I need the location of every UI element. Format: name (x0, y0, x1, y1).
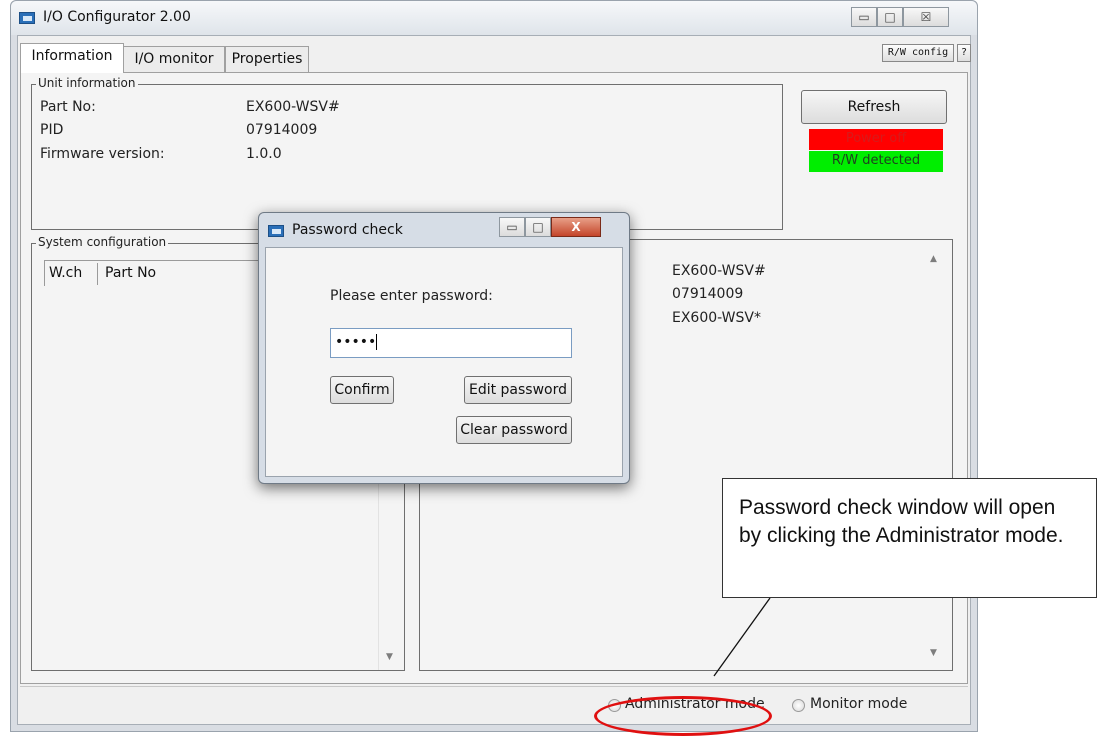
dialog-minimize-icon[interactable]: ▭ (499, 217, 525, 237)
firmware-version-label: Firmware version: (40, 146, 165, 162)
administrator-mode-highlight (594, 696, 772, 736)
help-button[interactable]: ? (957, 44, 971, 62)
tab-io-monitor[interactable]: I/O monitor (123, 46, 225, 72)
password-input[interactable]: ••••• (330, 328, 572, 358)
power-status-badge: Power off (809, 129, 943, 150)
close-icon[interactable]: ☒ (903, 7, 949, 27)
maximize-icon[interactable]: □ (877, 7, 903, 27)
dialog-body: Please enter password: ••••• Confirm Edi… (265, 247, 623, 477)
window-title: I/O Configurator 2.00 (43, 9, 191, 25)
column-wch[interactable]: W.ch (49, 265, 82, 281)
dialog-maximize-icon[interactable]: □ (525, 217, 551, 237)
dialog-close-icon[interactable]: X (551, 217, 601, 237)
title-bar[interactable]: I/O Configurator 2.00 ▭ □ ☒ (11, 1, 977, 35)
monitor-mode-radio-icon[interactable] (792, 699, 805, 712)
details-scrollbar[interactable]: ▲ ▼ (920, 248, 950, 668)
password-prompt: Please enter password: (330, 288, 493, 304)
unit-information-title: Unit information (36, 76, 138, 90)
minimize-icon[interactable]: ▭ (851, 7, 877, 27)
config-list-header: W.ch Part No (44, 260, 294, 286)
scroll-down-arrow-icon[interactable]: ▼ (386, 652, 393, 662)
scroll-down-arrow-icon[interactable]: ▼ (930, 648, 937, 658)
edit-password-button[interactable]: Edit password (464, 376, 572, 404)
system-configuration-title: System configuration (36, 235, 169, 249)
firmware-version-value: 1.0.0 (246, 146, 282, 162)
details-part-no-value: EX600-WSV# (672, 263, 766, 279)
details-pid-value: 07914009 (672, 286, 744, 302)
scroll-up-arrow-icon[interactable]: ▲ (930, 254, 937, 264)
part-no-label: Part No: (40, 99, 96, 115)
pid-label: PID (40, 122, 64, 138)
unit-information-group: Unit information Part No: EX600-WSV# PID… (31, 76, 783, 230)
password-value: ••••• (335, 334, 377, 350)
refresh-button[interactable]: Refresh (801, 90, 947, 124)
callout-box: Password check window will open by click… (722, 478, 1097, 598)
rw-status-badge: R/W detected (809, 151, 943, 172)
rw-config-button[interactable]: R/W config (882, 44, 954, 62)
text-caret (376, 334, 378, 350)
app-icon (19, 12, 35, 24)
dialog-title: Password check (292, 222, 403, 238)
pid-value: 07914009 (246, 122, 318, 138)
password-check-dialog: Password check ▭ □ X Please enter passwo… (258, 212, 630, 484)
part-no-value: EX600-WSV# (246, 99, 340, 115)
dialog-app-icon (268, 225, 284, 237)
tab-properties[interactable]: Properties (225, 46, 309, 72)
details-type-value: EX600-WSV* (672, 310, 761, 326)
clear-password-button[interactable]: Clear password (456, 416, 572, 444)
confirm-button[interactable]: Confirm (330, 376, 394, 404)
column-divider (97, 263, 98, 285)
tab-information[interactable]: Information (20, 43, 124, 73)
column-part-no[interactable]: Part No (105, 265, 156, 281)
mode-strip: Administrator mode Monitor mode (20, 686, 968, 724)
monitor-mode-label[interactable]: Monitor mode (810, 696, 907, 712)
